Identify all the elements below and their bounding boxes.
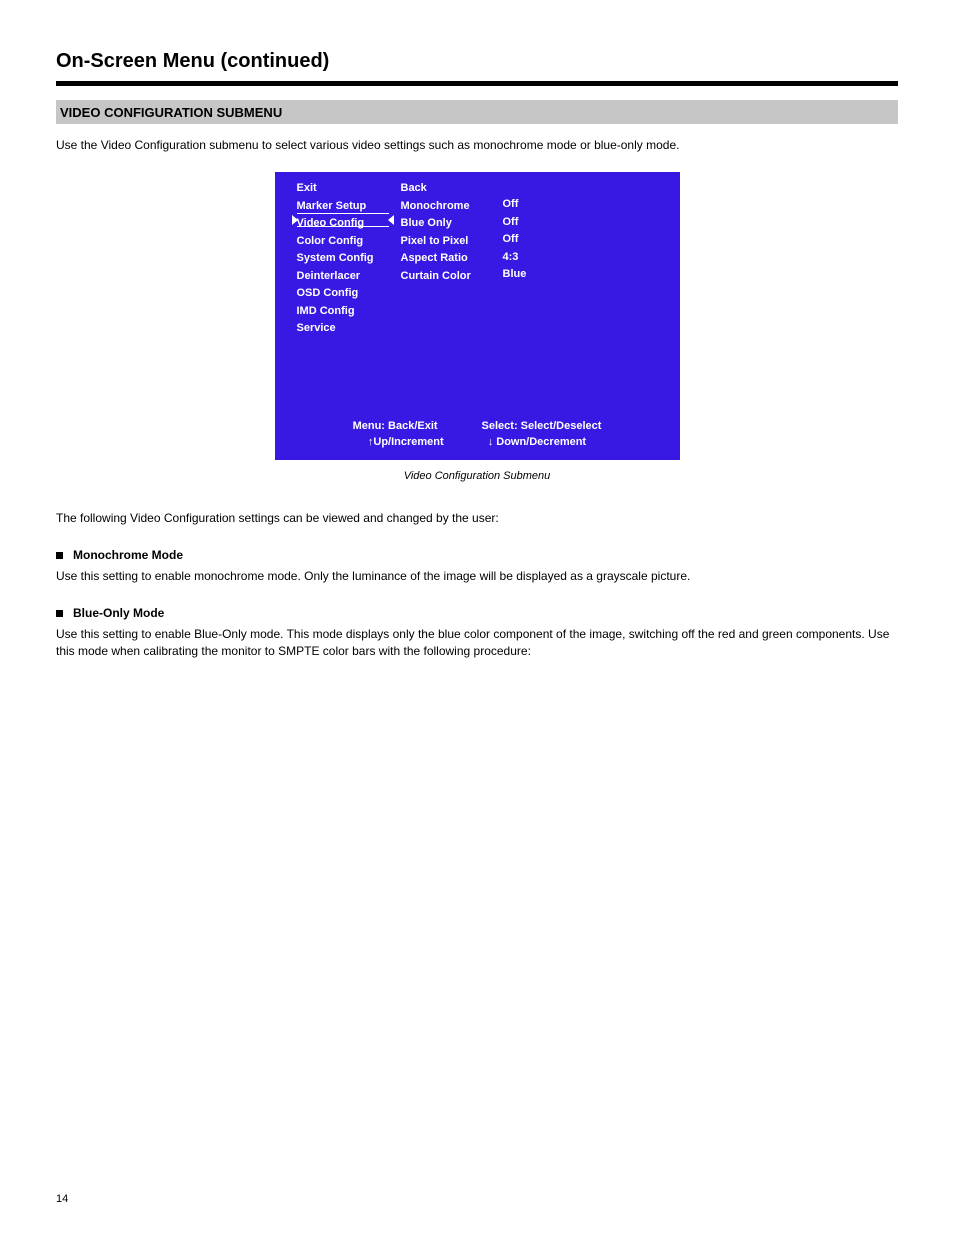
osd-hint-down: ↓ Down/Decrement (488, 436, 586, 448)
osd-left-item-selected[interactable]: Video Config (297, 217, 374, 229)
feature-block: Blue-Only Mode Use this setting to enabl… (56, 606, 898, 658)
osd-left-item[interactable]: Deinterlacer (297, 270, 374, 282)
feature-title: Blue-Only Mode (73, 606, 164, 620)
osd-value[interactable]: Off (503, 216, 527, 228)
osd-hint-up: ↑Up/Increment (368, 436, 444, 448)
page-footer: 14 (56, 1193, 898, 1205)
osd-left-column: Exit Marker Setup Video Config Color Con… (297, 182, 374, 334)
osd-mid-item[interactable]: Monochrome (401, 200, 471, 212)
section-bar: VIDEO CONFIGURATION SUBMENU (56, 100, 898, 124)
osd-left-item[interactable]: IMD Config (297, 305, 374, 317)
figure-caption: Video Configuration Submenu (56, 470, 898, 482)
osd-left-item[interactable]: OSD Config (297, 287, 374, 299)
osd-footer: Menu: Back/Exit Select: Select/Deselect … (275, 420, 680, 448)
osd-mid-item[interactable]: Pixel to Pixel (401, 235, 471, 247)
submenu-description: The following Video Configuration settin… (56, 510, 898, 526)
feature-title: Monochrome Mode (73, 548, 183, 562)
osd-value[interactable]: Off (503, 233, 527, 245)
osd-screenshot: Exit Marker Setup Video Config Color Con… (275, 172, 680, 460)
osd-left-item[interactable]: Color Config (297, 235, 374, 247)
osd-left-item[interactable]: Marker Setup (297, 200, 374, 212)
osd-right-column: Off Off Off 4:3 Blue (503, 198, 527, 280)
osd-mid-item[interactable]: Curtain Color (401, 270, 471, 282)
bullet-icon (56, 552, 63, 559)
osd-hint-menu: Menu: Back/Exit (353, 420, 438, 432)
title-rule (56, 81, 898, 86)
osd-left-item[interactable]: System Config (297, 252, 374, 264)
page-number: 14 (56, 1193, 68, 1205)
osd-value[interactable]: Blue (503, 268, 527, 280)
osd-mid-item[interactable]: Back (401, 182, 471, 194)
feature-block: Monochrome Mode Use this setting to enab… (56, 548, 898, 584)
osd-value[interactable]: 4:3 (503, 251, 527, 263)
osd-left-item[interactable]: Exit (297, 182, 374, 194)
osd-hint-select: Select: Select/Deselect (482, 420, 602, 432)
bullet-icon (56, 610, 63, 617)
osd-mid-item[interactable]: Aspect Ratio (401, 252, 471, 264)
osd-mid-item[interactable]: Blue Only (401, 217, 471, 229)
feature-body: Use this setting to enable monochrome mo… (56, 568, 898, 584)
osd-mid-column: Back Monochrome Blue Only Pixel to Pixel… (401, 182, 471, 282)
osd-value[interactable]: Off (503, 198, 527, 210)
page-title: On-Screen Menu (continued) (56, 50, 898, 73)
feature-body: Use this setting to enable Blue-Only mod… (56, 626, 898, 658)
osd-left-item[interactable]: Service (297, 322, 374, 334)
selection-arrow-right (388, 215, 394, 225)
intro-text: Use the Video Configuration submenu to s… (56, 138, 898, 152)
